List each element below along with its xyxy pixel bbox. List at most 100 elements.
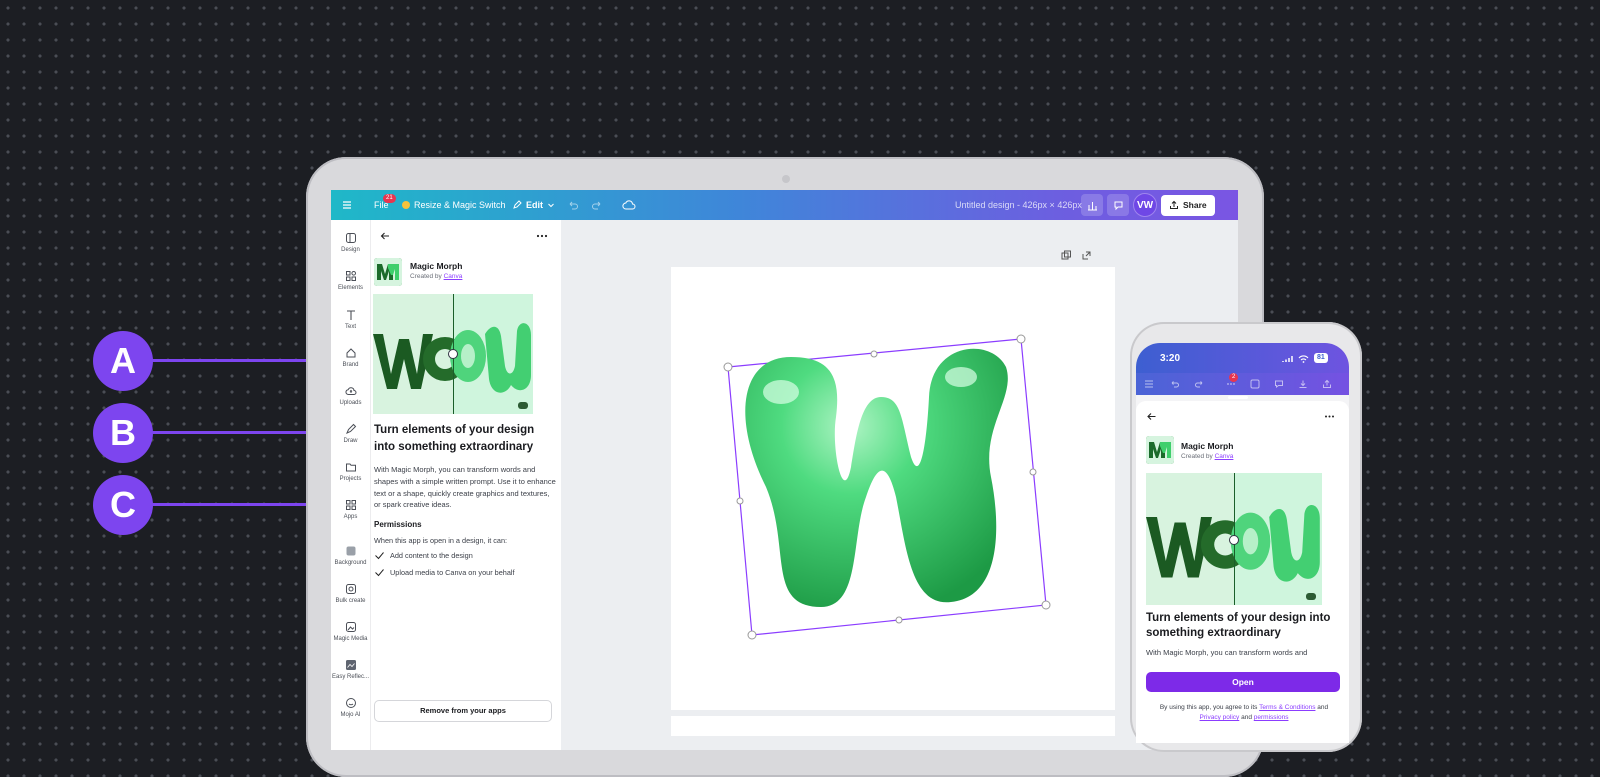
preview-slider-handle[interactable] [1229,535,1239,545]
document-title[interactable]: Untitled design - 426px × 426px [955,190,1082,220]
app-description: With Magic Morph, you can transform word… [1146,648,1308,657]
document-title-label: Untitled design - 426px × 426px [955,200,1082,210]
remove-from-apps-button[interactable]: Remove from your apps [374,700,552,722]
permissions-link[interactable]: permissions [1254,714,1289,721]
rail-label: Elements [337,285,363,291]
elements-icon [345,271,356,281]
editor-topbar: File 21 Resize & Magic Switch Edit Untit… [331,190,1238,220]
rail-item-mojo-ai[interactable]: Mojo AI [331,697,370,718]
rail-label: Text [344,324,356,330]
add-page-icon[interactable] [1081,250,1092,261]
creator-link[interactable]: Canva [444,273,463,280]
redo-icon[interactable] [1194,379,1204,389]
phone-toolbar-badge: 2 [1229,373,1239,382]
rail-label: Background [334,560,367,566]
comment-icon [1114,201,1122,210]
magic-icon[interactable] [1250,379,1260,389]
open-app-button[interactable]: Open [1146,672,1340,692]
duplicate-page-icon[interactable] [1061,250,1072,261]
magic-morph-preview-image [373,294,533,414]
chevron-down-icon [548,203,554,208]
rail-item-projects[interactable]: Projects [331,461,370,482]
background-icon [346,546,355,556]
terms-link[interactable]: Terms & Conditions [1259,704,1315,711]
callout-b: B [93,403,153,463]
rail-item-draw[interactable]: Draw [331,423,370,444]
rail-item-text[interactable]: Text [331,309,370,330]
redo-button[interactable] [591,190,603,220]
page-bottom-bar[interactable] [671,716,1115,736]
app-description: With Magic Morph, you can transform word… [374,465,556,510]
battery-indicator: 81 [1314,353,1328,363]
phone-time: 3:20 [1160,353,1181,364]
terms-and: and [1317,704,1329,711]
app-creator: Created by Canva [410,273,462,280]
undo-button[interactable] [567,190,579,220]
edit-mode-button[interactable]: Edit [512,190,555,220]
sheet-drag-handle[interactable] [1228,396,1248,399]
mojo-ai-icon [345,698,356,708]
rail-item-brand[interactable]: Brand [331,347,370,368]
hamburger-icon[interactable] [1144,379,1154,389]
download-icon[interactable] [1298,379,1308,389]
resize-magic-switch-button[interactable]: Resize & Magic Switch [402,190,506,220]
share-label: Share [1183,200,1207,210]
phone-screen: 3:20 81 2 Magic Morph Created by Canva T… [1136,343,1349,743]
rail-item-magic-media[interactable]: Magic Media [331,621,370,642]
permission-label: Upload media to Canva on your behalf [390,568,515,577]
permission-item: Add content to the design [374,550,473,561]
more-options-icon[interactable] [536,230,548,242]
preview-slider-handle[interactable] [448,349,458,359]
left-sidebar-rail: Design Elements Text Brand Uploads Draw … [331,220,370,750]
user-avatar[interactable]: VW [1133,193,1157,217]
comment-icon[interactable] [1274,379,1284,389]
menu-button[interactable] [341,190,353,220]
permission-label: Add content to the design [390,551,473,560]
callout-c: C [93,475,153,535]
rail-item-elements[interactable]: Elements [331,270,370,291]
draw-icon [345,423,356,434]
design-page[interactable] [671,267,1115,710]
rail-label: Bulk create [335,598,366,604]
terms-prefix: By using this app, you agree to its [1159,704,1258,711]
rail-item-uploads[interactable]: Uploads [331,385,370,406]
tablet-camera [782,175,790,183]
cloud-check-icon [622,200,636,210]
cloud-save-status[interactable] [622,190,636,220]
creator-link[interactable]: Canva [1215,453,1234,460]
back-arrow-icon[interactable] [1146,411,1157,422]
undo-icon[interactable] [1170,379,1180,389]
phone-editor-toolbar: 2 [1136,373,1349,395]
comments-button[interactable] [1107,194,1129,216]
rail-item-background[interactable]: Background [331,545,370,566]
signal-icon [1282,356,1293,362]
app-name: Magic Morph [410,261,463,271]
share-button[interactable]: Share [1161,194,1215,216]
brand-icon [346,348,355,358]
apps-icon [345,500,356,510]
terms-and: and [1241,714,1252,721]
permission-item: Upload media to Canva on your behalf [374,567,515,578]
privacy-link[interactable]: Privacy policy [1200,714,1240,721]
wifi-icon [1298,355,1309,363]
share-icon[interactable] [1322,379,1332,389]
more-options-icon[interactable] [1324,411,1335,422]
app-creator: Created by Canva [1181,453,1233,460]
undo-icon [569,201,578,210]
rail-label: Apps [343,514,358,520]
magic-morph-logo-mark [374,258,402,286]
phone-app-sheet: Magic Morph Created by Canva Turn elemen… [1136,401,1349,743]
check-icon [375,569,384,577]
rail-item-easy-reflections[interactable]: Easy Reflec... [331,659,370,680]
created-by-label: Created by [410,273,442,280]
wow-3d-artwork [723,334,1051,640]
rail-item-apps[interactable]: Apps [331,499,370,520]
permissions-intro: When this app is open in a design, it ca… [374,536,508,545]
rail-label: Mojo AI [340,712,361,718]
resize-label: Resize & Magic Switch [414,200,506,210]
rail-item-bulk-create[interactable]: Bulk create [331,583,370,604]
insights-button[interactable] [1081,194,1103,216]
folder-icon [345,463,356,472]
back-arrow-icon[interactable] [379,230,391,242]
rail-item-design[interactable]: Design [331,232,370,253]
